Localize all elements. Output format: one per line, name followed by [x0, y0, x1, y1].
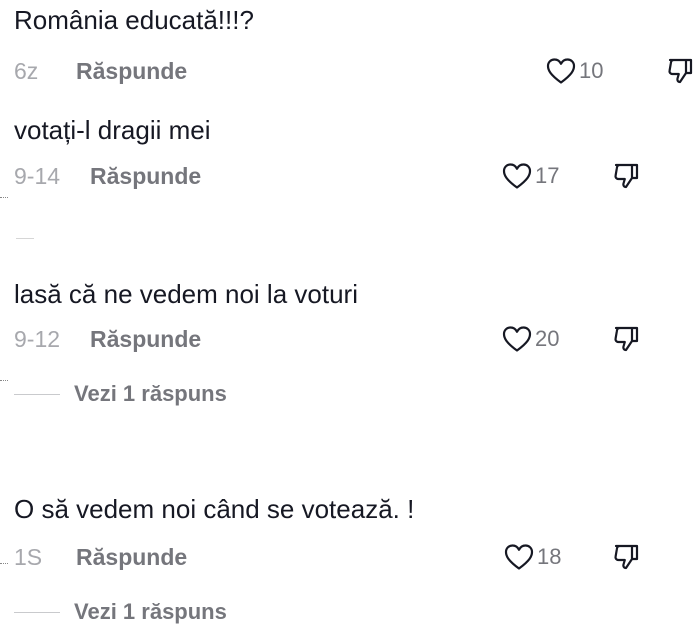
heart-outline-icon [546, 57, 576, 85]
replies-divider-line [14, 393, 60, 395]
comment-date: 1S [14, 544, 43, 570]
reply-button[interactable]: Răspunde [90, 161, 201, 191]
comment-date: 9-12 [14, 326, 61, 352]
like-count: 20 [535, 326, 560, 351]
like-button[interactable]: 10 [546, 56, 603, 86]
comment-date: 6z [14, 58, 39, 84]
view-replies-label: Vezi 1 răspuns [74, 381, 227, 406]
thumbs-down-icon [666, 57, 696, 85]
like-count: 10 [579, 58, 604, 83]
dislike-button[interactable] [612, 543, 642, 571]
comment-meta: 1S Răspunde 18 [14, 542, 700, 572]
like-button[interactable]: 18 [504, 542, 561, 572]
view-replies-button[interactable]: Vezi 1 răspuns [14, 597, 227, 627]
reply-button[interactable]: Răspunde [90, 324, 201, 354]
like-count: 18 [537, 544, 562, 569]
comment-date: 9-14 [14, 163, 61, 189]
view-replies-label: Vezi 1 răspuns [74, 599, 227, 624]
heart-outline-icon [502, 162, 532, 190]
like-button[interactable]: 20 [502, 324, 559, 354]
heart-outline-icon [504, 543, 534, 571]
replies-divider-line [14, 611, 60, 613]
comment-meta: 9-12 Răspunde 20 [14, 324, 700, 354]
comment-meta: 6z Răspunde 10 [14, 56, 700, 86]
dislike-button[interactable] [666, 57, 696, 85]
comment-meta: 9-14 Răspunde 17 [14, 161, 700, 191]
comment-text: O să vedem noi când se votează. ! [14, 494, 415, 524]
reply-button[interactable]: Răspunde [76, 542, 187, 572]
like-button[interactable]: 17 [502, 161, 559, 191]
thumbs-down-icon [612, 162, 642, 190]
edge-artifact [0, 380, 8, 382]
view-replies-button[interactable]: Vezi 1 răspuns [14, 379, 227, 409]
reply-button[interactable]: Răspunde [76, 56, 187, 86]
edge-artifact [0, 563, 8, 565]
heart-outline-icon [502, 325, 532, 353]
like-count: 17 [535, 163, 560, 188]
comment-text: votați-l dragii mei [14, 115, 211, 145]
comment-text: lasă că ne vedem noi la voturi [14, 279, 358, 309]
dislike-button[interactable] [612, 325, 642, 353]
edge-artifact [0, 197, 8, 199]
thumbs-down-icon [612, 543, 642, 571]
thumbs-down-icon [612, 325, 642, 353]
comment-text: România educată!!!? [14, 5, 254, 35]
dislike-button[interactable] [612, 162, 642, 190]
divider-fragment [16, 238, 34, 239]
